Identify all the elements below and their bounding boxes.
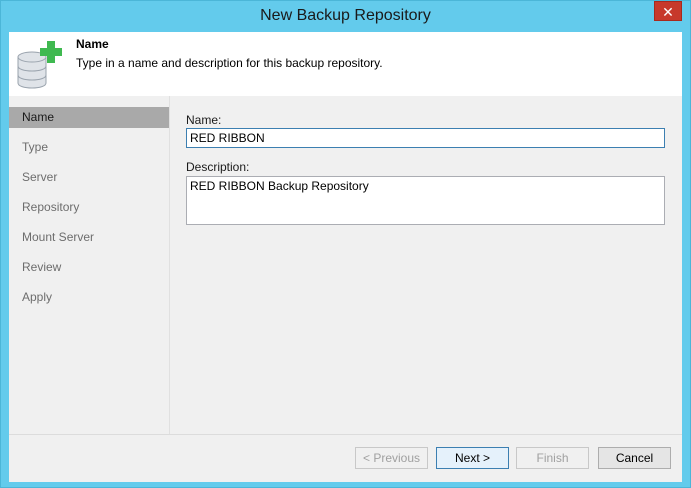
title-bar[interactable]: New Backup Repository ✕ [1, 1, 690, 32]
close-icon: ✕ [662, 4, 674, 20]
description-label: Description: [186, 160, 250, 174]
next-button[interactable]: Next > [436, 447, 509, 469]
wizard-steps-sidebar: Name Type Server Repository Mount Server… [9, 96, 170, 434]
name-label: Name: [186, 113, 222, 127]
previous-button[interactable]: < Previous [355, 447, 428, 469]
database-add-icon [17, 41, 62, 89]
step-header: Name Type in a name and description for … [9, 32, 682, 96]
step-description: Type in a name and description for this … [76, 56, 383, 70]
finish-button[interactable]: Finish [516, 447, 589, 469]
wizard-footer: < Previous Next > Finish Cancel [9, 434, 682, 482]
name-input[interactable] [186, 128, 665, 148]
sidebar-item-review[interactable]: Review [9, 257, 169, 278]
sidebar-item-server[interactable]: Server [9, 167, 169, 188]
wizard-body: Name Type in a name and description for … [9, 32, 682, 482]
sidebar-item-apply[interactable]: Apply [9, 287, 169, 308]
sidebar-item-mount-server[interactable]: Mount Server [9, 227, 169, 248]
close-button[interactable]: ✕ [654, 1, 682, 21]
wizard-window: New Backup Repository ✕ Name Type in a n… [0, 0, 691, 488]
sidebar-item-type[interactable]: Type [9, 137, 169, 158]
window-title: New Backup Repository [260, 7, 431, 24]
description-textarea[interactable]: RED RIBBON Backup Repository [186, 176, 665, 225]
sidebar-item-name[interactable]: Name [9, 107, 169, 128]
sidebar-item-repository[interactable]: Repository [9, 197, 169, 218]
cancel-button[interactable]: Cancel [598, 447, 671, 469]
step-content: Name: Description: RED RIBBON Backup Rep… [170, 96, 682, 434]
step-title: Name [76, 37, 109, 51]
